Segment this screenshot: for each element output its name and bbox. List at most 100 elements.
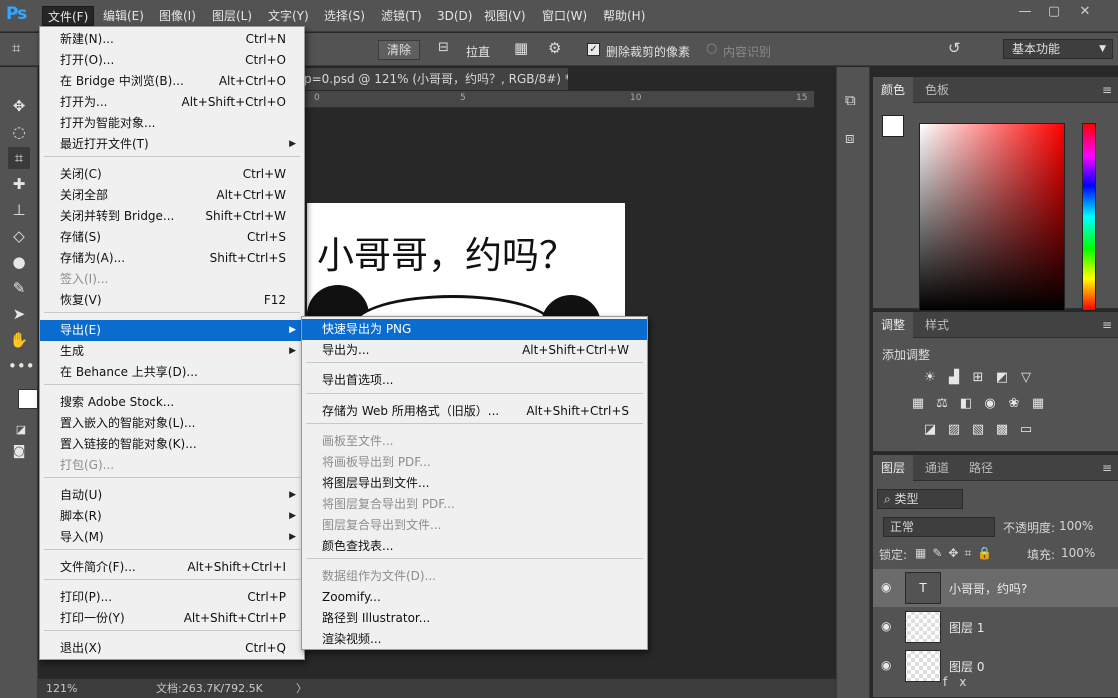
menu-item[interactable]: 关闭并转到 Bridge... Shift+Ctrl+W — [40, 206, 304, 227]
menu-item[interactable]: 渲染视频... — [302, 629, 647, 650]
minimize-icon[interactable]: — — [1014, 4, 1036, 22]
workspace-select[interactable]: 基本功能 ▼ — [1003, 39, 1113, 59]
menu-item[interactable]: 生成 ▶ — [40, 341, 304, 362]
menu-edit[interactable]: 编辑(E) — [98, 6, 149, 26]
menu-item[interactable]: 文件简介(F)... Alt+Shift+Ctrl+I — [40, 557, 304, 578]
menu-select[interactable]: 选择(S) — [319, 6, 370, 26]
close-icon[interactable]: ✕ — [1074, 4, 1096, 22]
eye-icon[interactable]: ◉ — [881, 619, 897, 633]
menu-item[interactable]: 置入链接的智能对象(K)... — [40, 434, 304, 455]
eye-icon[interactable]: ◉ — [881, 580, 897, 594]
vibrance-icon[interactable]: ▽ — [1017, 370, 1035, 386]
clear-button[interactable]: 清除 — [378, 40, 421, 60]
brightness-icon[interactable]: ☀ — [921, 370, 939, 386]
blur-tool-icon[interactable]: ● — [8, 251, 30, 273]
hue-saturation-icon[interactable]: ▦ — [909, 396, 927, 412]
menu-item[interactable]: 关闭(C) Ctrl+W — [40, 164, 304, 185]
straighten-label[interactable]: 拉直 — [466, 43, 490, 60]
healing-brush-icon[interactable]: ✚ — [8, 173, 30, 195]
menu-type[interactable]: 文字(Y) — [263, 6, 314, 26]
menu-view[interactable]: 视图(V) — [479, 6, 531, 26]
layer-kind-filter[interactable]: ⌕ 类型 — [877, 489, 963, 509]
quick-mask-icon[interactable]: ◙ — [8, 441, 30, 463]
panel-menu-icon[interactable]: ≡ — [1102, 461, 1112, 475]
color-lookup-icon[interactable]: ▦ — [1029, 396, 1047, 412]
menu-item[interactable]: 存储(S) Ctrl+S — [40, 227, 304, 248]
tab-paths[interactable]: 路径 — [961, 455, 1001, 481]
tab-channels[interactable]: 通道 — [917, 455, 957, 481]
menu-filter[interactable]: 滤镜(T) — [376, 6, 427, 26]
properties-panel-icon[interactable]: ⧈ — [845, 129, 855, 147]
menu-item[interactable]: 在 Bridge 中浏览(B)... Alt+Ctrl+O — [40, 71, 304, 92]
crop-tool-preset-icon[interactable]: ⌗ — [12, 39, 20, 57]
document-tab[interactable]: p=0.psd @ 121% (小哥哥，约吗？, RGB/8#) *✕ — [300, 68, 568, 90]
menu-layer[interactable]: 图层(L) — [207, 6, 257, 26]
menu-item[interactable]: 快速导出为 PNG — [302, 319, 647, 340]
crop-tool-icon[interactable]: ⌗ — [8, 147, 30, 169]
fill-value[interactable]: 100% — [1061, 546, 1095, 560]
menu-item[interactable]: 打印(P)... Ctrl+P — [40, 587, 304, 608]
curves-icon[interactable]: ⊞ — [969, 370, 987, 386]
color-balance-icon[interactable]: ⚖ — [933, 396, 951, 412]
status-arrow-icon[interactable]: 〉 — [296, 679, 307, 698]
history-panel-icon[interactable]: ⧉ — [845, 91, 856, 109]
delete-cropped-checkbox[interactable]: ✓ — [587, 43, 600, 56]
menu-item[interactable]: 在 Behance 上共享(D)... — [40, 362, 304, 383]
lasso-tool-icon[interactable]: ◌ — [8, 121, 30, 143]
tab-adjustments[interactable]: 调整 — [873, 312, 914, 338]
menu-item[interactable]: 颜色查找表... — [302, 536, 647, 557]
menu-item[interactable]: 打开为智能对象... — [40, 113, 304, 134]
overlay-grid-icon[interactable]: ▦ — [514, 39, 528, 57]
menu-image[interactable]: 图像(I) — [154, 6, 201, 26]
stamp-tool-icon[interactable]: ⊥ — [8, 199, 30, 221]
color-spectrum[interactable] — [919, 123, 1065, 311]
menu-3d[interactable]: 3D(D) — [432, 6, 477, 26]
menu-item[interactable]: 自动(U) ▶ — [40, 485, 304, 506]
menu-item[interactable]: 退出(X) Ctrl+Q — [40, 638, 304, 659]
photo-filter-icon[interactable]: ◉ — [981, 396, 999, 412]
levels-icon[interactable]: ▟ — [945, 370, 963, 386]
menu-item[interactable]: 打开为... Alt+Shift+Ctrl+O — [40, 92, 304, 113]
menu-help[interactable]: 帮助(H) — [598, 6, 650, 26]
menu-file[interactable]: 文件(F) — [42, 6, 95, 26]
gear-icon[interactable]: ⚙ — [548, 39, 561, 57]
menu-item[interactable]: 将图层导出到文件... — [302, 473, 647, 494]
blend-mode-select[interactable]: 正常 — [883, 517, 995, 537]
menu-item[interactable]: Zoomify... — [302, 587, 647, 608]
invert-icon[interactable]: ◪ — [921, 422, 939, 438]
opacity-value[interactable]: 100% — [1059, 519, 1093, 533]
document-image[interactable]: 小哥哥，约吗？ — [307, 203, 625, 323]
menu-item[interactable]: 置入嵌入的智能对象(L)... — [40, 413, 304, 434]
panel-menu-icon[interactable]: ≡ — [1102, 318, 1112, 332]
pen-tool-icon[interactable]: ✎ — [8, 277, 30, 299]
menu-item[interactable]: 打印一份(Y) Alt+Shift+Ctrl+P — [40, 608, 304, 629]
eraser-tool-icon[interactable]: ◇ — [8, 225, 30, 247]
move-tool-icon[interactable]: ✥ — [8, 95, 30, 117]
zoom-level[interactable]: 121% — [46, 679, 77, 698]
reset-icon[interactable]: ↺ — [948, 39, 961, 57]
hue-slider[interactable] — [1082, 123, 1096, 311]
path-select-icon[interactable]: ➤ — [8, 303, 30, 325]
posterize-icon[interactable]: ▨ — [945, 422, 963, 438]
exposure-icon[interactable]: ◩ — [993, 370, 1011, 386]
selective-color-icon[interactable]: ▩ — [993, 422, 1011, 438]
foreground-color-swatch[interactable] — [882, 115, 904, 137]
menu-item[interactable]: 存储为(A)... Shift+Ctrl+S — [40, 248, 304, 269]
lock-icons[interactable]: ▦✎✥⌗🔒 — [915, 546, 998, 561]
tab-color[interactable]: 颜色 — [873, 77, 914, 103]
menu-item[interactable]: 路径到 Illustrator... — [302, 608, 647, 629]
eye-icon[interactable]: ◉ — [881, 658, 897, 672]
gradient-map-icon[interactable]: ▭ — [1017, 422, 1035, 438]
layer-row[interactable]: ◉ 图层 1 — [873, 608, 1118, 646]
menu-item[interactable]: 新建(N)... Ctrl+N — [40, 29, 304, 50]
threshold-icon[interactable]: ▧ — [969, 422, 987, 438]
layer-row[interactable]: ◉ 图层 0 — [873, 647, 1118, 685]
menu-item[interactable]: 导出为... Alt+Shift+Ctrl+W — [302, 340, 647, 361]
channel-mixer-icon[interactable]: ❀ — [1005, 396, 1023, 412]
content-aware-radio[interactable]: ○ — [706, 41, 717, 56]
more-tools-icon[interactable]: ••• — [8, 355, 35, 377]
menu-window[interactable]: 窗口(W) — [537, 6, 592, 26]
menu-item[interactable]: 打开(O)... Ctrl+O — [40, 50, 304, 71]
menu-item[interactable]: 恢复(V) F12 — [40, 290, 304, 311]
layer-row[interactable]: ◉ T 小哥哥，约吗? — [873, 569, 1118, 607]
